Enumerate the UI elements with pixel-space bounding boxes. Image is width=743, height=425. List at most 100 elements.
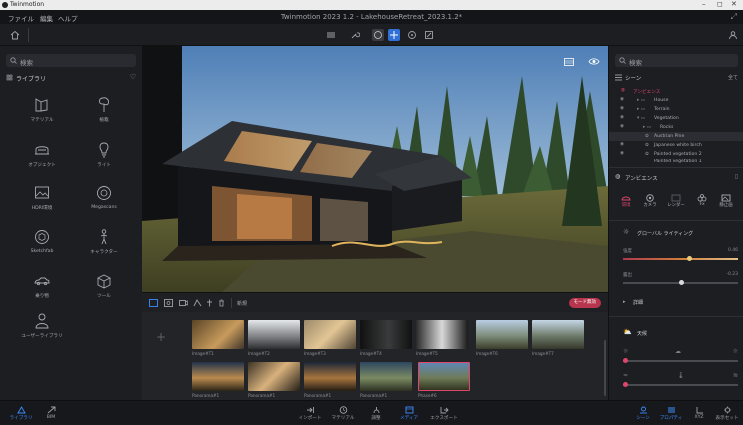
media-thumbnail[interactable]: [360, 362, 412, 391]
library-item-characters[interactable]: キャラクター: [72, 228, 136, 255]
adjust-nav-button[interactable]: 調整: [361, 406, 391, 421]
media-thumbnail[interactable]: [416, 320, 468, 349]
tab-still-image[interactable]: 静止画: [715, 194, 737, 208]
media-scrollbar[interactable]: [604, 340, 606, 396]
phase-media-icon[interactable]: [193, 299, 202, 307]
library-item-megascans[interactable]: Megascans: [72, 184, 136, 210]
tab-render[interactable]: レンダー: [665, 194, 687, 208]
scene-tree-item[interactable]: ◉ ▾ ▭ Vegetation: [609, 114, 743, 123]
weather-header[interactable]: ⛅ 天候: [623, 328, 738, 338]
visibility-icon[interactable]: ◉: [620, 115, 624, 120]
scene-tree-item[interactable]: ◍ アンビエンス: [609, 87, 743, 96]
global-lighting-header[interactable]: ☼ グローバル ライティング: [623, 228, 738, 238]
visibility-icon[interactable]: ◉: [620, 124, 624, 129]
visibility-icon[interactable]: ◉: [620, 142, 624, 147]
home-icon[interactable]: [10, 30, 20, 40]
scene-filter-select[interactable]: 全て: [728, 74, 738, 81]
image-media-icon[interactable]: [149, 299, 158, 307]
library-nav-button[interactable]: ライブラリ: [6, 406, 36, 421]
intensity-slider[interactable]: 強度 0.46: [623, 248, 738, 264]
fullscreen-icon[interactable]: ⤢: [731, 12, 737, 22]
globe-icon: [374, 31, 382, 39]
grid-view-icon[interactable]: [564, 58, 574, 66]
media-thumbnail[interactable]: [192, 320, 244, 349]
scene-nav-button[interactable]: シーン: [628, 406, 658, 421]
library-item-vehicles[interactable]: 乗り物: [10, 272, 74, 299]
export-nav-button[interactable]: エクスポート: [429, 406, 459, 421]
exposure-slider[interactable]: 露出 -0.23: [623, 272, 738, 288]
minimize-icon[interactable]: –: [702, 0, 706, 8]
properties-nav-button[interactable]: プロパティ: [656, 406, 686, 421]
render-mode-button[interactable]: [372, 29, 384, 41]
xyz-nav-button[interactable]: XYZ: [684, 406, 714, 420]
cloud-slider[interactable]: ☼ ☁ ☼: [623, 348, 738, 366]
tab-environment[interactable]: 環境: [615, 194, 637, 208]
media-thumbnail[interactable]: [304, 320, 356, 349]
favorite-icon[interactable]: ♡: [130, 73, 136, 81]
add-media-icon[interactable]: +: [156, 330, 166, 344]
maximize-icon[interactable]: ◻: [717, 0, 723, 8]
new-media-button[interactable]: 新規: [237, 300, 247, 307]
scene-tree-item[interactable]: ◉ ▸ ▭ House: [609, 96, 743, 105]
media-thumbnail-selected[interactable]: [418, 362, 470, 391]
library-item-material[interactable]: マテリアル: [10, 96, 74, 123]
presentation-media-icon[interactable]: [206, 299, 213, 307]
visibility-icon[interactable]: ◉: [620, 106, 624, 111]
video-media-icon[interactable]: [179, 299, 188, 307]
library-item-objects[interactable]: オブジェクト: [10, 141, 74, 168]
scene-tree-item[interactable]: ◉ ✿ Japanese white birch: [609, 141, 743, 150]
ambience-icon: ◍: [615, 173, 621, 180]
layers-icon[interactable]: [326, 30, 336, 40]
scene-tree-item[interactable]: ◉ ✿ Painted vegetation 2: [609, 150, 743, 159]
rotate-icon[interactable]: [407, 30, 417, 40]
user-icon[interactable]: [728, 30, 738, 40]
library-search-input[interactable]: 検索: [6, 54, 136, 67]
mode-disabled-button[interactable]: モード無効: [568, 298, 601, 308]
library-item-tools[interactable]: ツール: [72, 272, 136, 299]
import-nav-button[interactable]: インポート: [295, 406, 325, 421]
3d-viewport[interactable]: [142, 46, 608, 292]
library-item-lights[interactable]: ライト: [72, 141, 136, 168]
scale-icon[interactable]: [424, 30, 434, 40]
media-thumbnail[interactable]: [248, 362, 300, 391]
visibility-icon[interactable]: ◉: [620, 151, 624, 156]
tab-fx[interactable]: Fx: [691, 194, 713, 207]
library-item-hdri[interactable]: HDRI環境: [10, 184, 74, 211]
scene-tree-item[interactable]: Painted vegetation 1: [609, 159, 743, 165]
move-tool-button[interactable]: [388, 29, 400, 41]
media-toolbar: 新規 モード無効: [142, 292, 608, 312]
media-thumbnail[interactable]: [476, 320, 528, 349]
scene-search-input[interactable]: 検索: [615, 54, 738, 67]
scene-tree-item[interactable]: ◉ ▸ ▭ Rocks: [609, 123, 743, 132]
scene-tree-item[interactable]: ◉ ▸ ▭ Terrain: [609, 105, 743, 114]
sun-small-icon: ☼: [623, 348, 629, 355]
library-title: ライブラリ: [16, 76, 47, 83]
delete-icon[interactable]: [218, 299, 225, 307]
tab-camera[interactable]: カメラ: [639, 194, 661, 208]
media-thumbnail-label: Panorama#1: [192, 393, 220, 398]
panorama-media-icon[interactable]: [164, 299, 173, 307]
media-thumbnail[interactable]: [532, 320, 584, 349]
scene-tree-item-selected[interactable]: ✿ Austrian Pine: [609, 132, 743, 141]
fx-icon: [697, 194, 707, 202]
media-nav-button[interactable]: メディア: [394, 406, 424, 421]
eye-icon[interactable]: [588, 57, 600, 66]
wrench-icon[interactable]: [350, 30, 360, 40]
bim-nav-button[interactable]: BIM: [36, 406, 66, 420]
temperature-slider[interactable]: ≈ 🌡 ≋: [623, 372, 738, 390]
media-thumbnail[interactable]: [360, 320, 412, 349]
detail-expander[interactable]: ▸ 詳細: [623, 298, 738, 308]
media-thumbnail[interactable]: [192, 362, 244, 391]
library-item-user-library[interactable]: ユーザーライブラリ: [10, 312, 74, 339]
material-nav-button[interactable]: マテリアル: [328, 406, 358, 421]
library-item-sketchfab[interactable]: Sketchfab: [10, 228, 74, 254]
panel-toggle-icon[interactable]: ▯: [735, 173, 738, 180]
library-item-vegetation[interactable]: 植栽: [72, 96, 136, 123]
visibility-icon[interactable]: ◉: [620, 97, 624, 102]
megascans-icon: [97, 186, 111, 200]
display-set-nav-button[interactable]: 表示セット: [712, 406, 742, 421]
close-icon[interactable]: ✕: [731, 0, 737, 8]
media-thumbnail[interactable]: [304, 362, 356, 391]
camera-icon: [646, 194, 654, 202]
media-thumbnail[interactable]: [248, 320, 300, 349]
